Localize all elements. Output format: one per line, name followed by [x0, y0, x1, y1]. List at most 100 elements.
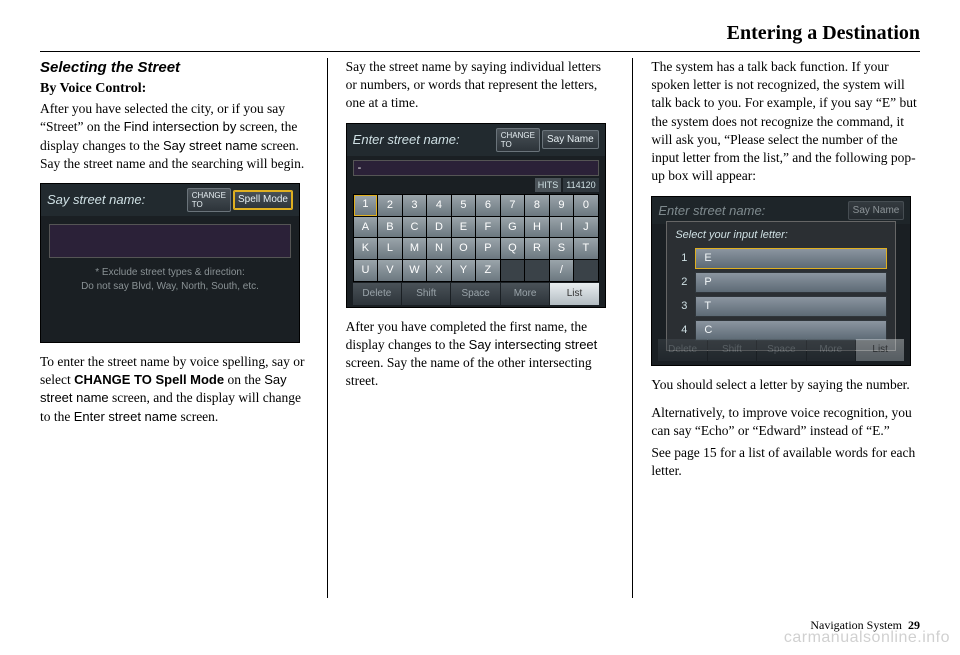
- list-button[interactable]: List: [550, 283, 598, 305]
- key-blank: [525, 260, 549, 281]
- key-p[interactable]: P: [476, 238, 500, 259]
- text: screen. Say the name of the other inters…: [346, 355, 592, 388]
- section-title: Selecting the Street: [40, 58, 309, 78]
- space-button[interactable]: Space: [451, 283, 499, 305]
- popup-row-value: E: [695, 248, 887, 269]
- rule: [40, 51, 920, 52]
- text: on the: [224, 372, 264, 387]
- say-name-button[interactable]: Say Name: [542, 130, 599, 150]
- column-1: Selecting the Street By Voice Control: A…: [40, 58, 309, 598]
- more-button[interactable]: More: [501, 283, 549, 305]
- key-blank: [501, 260, 525, 281]
- ui-term: Find intersection by: [124, 119, 237, 134]
- popup-row[interactable]: 4C: [675, 320, 887, 341]
- key-2[interactable]: 2: [378, 195, 402, 216]
- key-r[interactable]: R: [525, 238, 549, 259]
- shot-bg-title: Enter street name:: [658, 202, 847, 220]
- key-w[interactable]: W: [403, 260, 427, 281]
- screenshot-select-input-letter: Enter street name: Say Name Select your …: [651, 196, 911, 366]
- column-separator: [632, 58, 633, 598]
- key-blank: [574, 260, 598, 281]
- key-k[interactable]: K: [354, 238, 378, 259]
- watermark: carmanualsonline.info: [784, 627, 950, 649]
- key-f[interactable]: F: [476, 217, 500, 238]
- key-3[interactable]: 3: [403, 195, 427, 216]
- key-q[interactable]: Q: [501, 238, 525, 259]
- key-j[interactable]: J: [574, 217, 598, 238]
- hint-line: * Exclude street types & direction:: [49, 266, 291, 280]
- key-4[interactable]: 4: [427, 195, 451, 216]
- key-b[interactable]: B: [378, 217, 402, 238]
- ui-term: Say street name: [163, 138, 258, 153]
- shift-button: Shift: [708, 339, 756, 361]
- column-2: Say the street name by saying individual…: [346, 58, 615, 598]
- list-button: List: [856, 339, 904, 361]
- key-a[interactable]: A: [354, 217, 378, 238]
- key-g[interactable]: G: [501, 217, 525, 238]
- keyboard-bottom-row: DeleteShiftSpaceMoreList: [353, 283, 599, 305]
- para: See page 15 for a list of available word…: [651, 444, 920, 480]
- keyboard-bottom-row: DeleteShiftSpaceMoreList: [658, 339, 904, 361]
- popup-row-value: P: [695, 272, 887, 293]
- delete-button: Delete: [658, 339, 706, 361]
- key-/[interactable]: /: [550, 260, 574, 281]
- key-v[interactable]: V: [378, 260, 402, 281]
- chapter-title: Entering a Destination: [40, 20, 920, 47]
- popup-row-value: C: [695, 320, 887, 341]
- key-n[interactable]: N: [427, 238, 451, 259]
- key-z[interactable]: Z: [476, 260, 500, 281]
- hint-line: Do not say Blvd, Way, North, South, etc.: [49, 280, 291, 294]
- column-separator: [327, 58, 328, 598]
- hits-label: HITS: [535, 178, 562, 192]
- key-x[interactable]: X: [427, 260, 451, 281]
- key-u[interactable]: U: [354, 260, 378, 281]
- para: The system has a talk back function. If …: [651, 58, 920, 186]
- key-o[interactable]: O: [452, 238, 476, 259]
- key-9[interactable]: 9: [550, 195, 574, 216]
- key-7[interactable]: 7: [501, 195, 525, 216]
- keyboard: 1234567890 ABCDEFGHIJ KLMNOPQRST UVWXYZ /: [353, 194, 599, 282]
- key-d[interactable]: D: [427, 217, 451, 238]
- input-letter-popup: Select your input letter: 1E 2P 3T 4C: [666, 221, 896, 351]
- para: Say the street name by saying individual…: [346, 58, 615, 113]
- para: Alternatively, to improve voice recognit…: [651, 404, 920, 440]
- para: After you have completed the first name,…: [346, 318, 615, 391]
- para: You should select a letter by saying the…: [651, 376, 920, 394]
- popup-row[interactable]: 3T: [675, 296, 887, 317]
- screenshot-say-street-name: Say street name: CHANGE TO Spell Mode * …: [40, 183, 300, 343]
- street-input[interactable]: -: [353, 160, 599, 176]
- popup-row-number: 1: [675, 251, 687, 266]
- hint-text: * Exclude street types & direction: Do n…: [49, 266, 291, 294]
- key-s[interactable]: S: [550, 238, 574, 259]
- key-e[interactable]: E: [452, 217, 476, 238]
- more-button: More: [807, 339, 855, 361]
- shift-button[interactable]: Shift: [402, 283, 450, 305]
- change-to-label: CHANGE TO: [187, 188, 231, 212]
- shot-title: Say street name:: [47, 191, 187, 209]
- key-h[interactable]: H: [525, 217, 549, 238]
- delete-button[interactable]: Delete: [353, 283, 401, 305]
- key-l[interactable]: L: [378, 238, 402, 259]
- key-1[interactable]: 1: [354, 195, 378, 216]
- change-to-label: CHANGE TO: [496, 128, 540, 152]
- popup-row-value: T: [695, 296, 887, 317]
- ui-term-bold: CHANGE TO Spell Mode: [74, 372, 224, 387]
- key-m[interactable]: M: [403, 238, 427, 259]
- key-y[interactable]: Y: [452, 260, 476, 281]
- key-0[interactable]: 0: [574, 195, 598, 216]
- popup-row[interactable]: 2P: [675, 272, 887, 293]
- popup-title: Select your input letter:: [675, 228, 887, 243]
- street-input[interactable]: [49, 224, 291, 258]
- key-5[interactable]: 5: [452, 195, 476, 216]
- key-8[interactable]: 8: [525, 195, 549, 216]
- popup-row[interactable]: 1E: [675, 248, 887, 269]
- subhead-voice-control: By Voice Control:: [40, 80, 309, 99]
- key-c[interactable]: C: [403, 217, 427, 238]
- shot-title: Enter street name:: [353, 131, 496, 149]
- key-6[interactable]: 6: [476, 195, 500, 216]
- column-3: The system has a talk back function. If …: [651, 58, 920, 598]
- key-i[interactable]: I: [550, 217, 574, 238]
- popup-row-number: 3: [675, 299, 687, 314]
- spell-mode-button[interactable]: Spell Mode: [233, 190, 293, 210]
- key-t[interactable]: T: [574, 238, 598, 259]
